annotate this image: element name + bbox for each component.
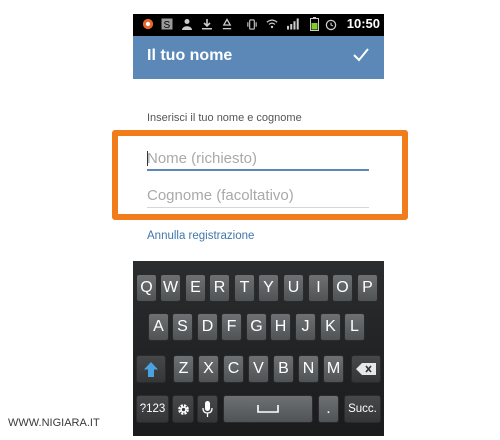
- key-m[interactable]: M: [323, 355, 344, 383]
- key-n[interactable]: N: [298, 355, 319, 383]
- key-i[interactable]: I: [308, 274, 329, 302]
- highlight-frame: [112, 130, 408, 220]
- key-v[interactable]: V: [248, 355, 269, 383]
- shift-arrow-icon: [144, 361, 158, 377]
- key-r[interactable]: R: [209, 274, 230, 302]
- period-key[interactable]: .: [318, 395, 339, 423]
- app-icon: [142, 17, 154, 31]
- page-title: Il tuo nome: [147, 47, 233, 64]
- key-w[interactable]: W: [160, 274, 181, 302]
- alarm-icon: [325, 17, 337, 31]
- next-key[interactable]: Succ.: [344, 395, 381, 423]
- key-y[interactable]: Y: [258, 274, 279, 302]
- key-e[interactable]: E: [185, 274, 206, 302]
- svg-text:S: S: [164, 20, 171, 30]
- gear-icon: [177, 403, 189, 415]
- key-l[interactable]: L: [344, 313, 365, 341]
- key-x[interactable]: X: [198, 355, 219, 383]
- key-q[interactable]: Q: [136, 274, 157, 302]
- action-bar: Il tuo nome: [133, 36, 384, 79]
- key-j[interactable]: J: [295, 313, 316, 341]
- recycle-icon: [221, 17, 233, 31]
- person-icon: [181, 17, 193, 31]
- wifi-icon: [266, 17, 278, 31]
- download-icon: [201, 17, 213, 31]
- key-d[interactable]: D: [197, 313, 218, 341]
- status-bar: S 10:50: [133, 14, 384, 36]
- key-c[interactable]: C: [223, 355, 244, 383]
- key-u[interactable]: U: [283, 274, 304, 302]
- space-key[interactable]: [223, 395, 313, 423]
- key-o[interactable]: O: [332, 274, 353, 302]
- key-z[interactable]: Z: [173, 355, 194, 383]
- watermark: WWW.NIGIARA.IT: [8, 417, 100, 429]
- vibrate-icon: [246, 17, 258, 31]
- backspace-key[interactable]: [351, 355, 381, 383]
- skype-icon: S: [161, 17, 173, 31]
- symbols-key[interactable]: ?123: [136, 395, 169, 423]
- battery-icon: [308, 17, 320, 31]
- key-g[interactable]: G: [246, 313, 267, 341]
- shift-key[interactable]: [136, 355, 166, 383]
- settings-key[interactable]: [172, 395, 194, 423]
- space-icon: [257, 405, 279, 413]
- keyboard: Q W E R T Y U I O P A S D F G H J K L Z …: [133, 261, 384, 436]
- key-p[interactable]: P: [357, 274, 378, 302]
- cancel-registration-link[interactable]: Annulla registrazione: [147, 230, 254, 242]
- key-k[interactable]: K: [320, 313, 341, 341]
- phone-screen: S 10:50 Il tuo nome Inserisci il tuo nom…: [133, 14, 384, 436]
- check-icon[interactable]: [352, 45, 370, 69]
- voice-input-key[interactable]: [197, 395, 218, 423]
- key-f[interactable]: F: [221, 313, 242, 341]
- status-clock: 10:50: [346, 16, 380, 31]
- instruction-text: Inserisci il tuo nome e cognome: [147, 112, 302, 124]
- backspace-icon: [356, 363, 376, 375]
- signal-icon: [287, 17, 299, 31]
- key-a[interactable]: A: [148, 313, 169, 341]
- key-t[interactable]: T: [234, 274, 255, 302]
- key-s[interactable]: S: [172, 313, 193, 341]
- microphone-icon: [202, 401, 213, 417]
- key-b[interactable]: B: [273, 355, 294, 383]
- key-h[interactable]: H: [270, 313, 291, 341]
